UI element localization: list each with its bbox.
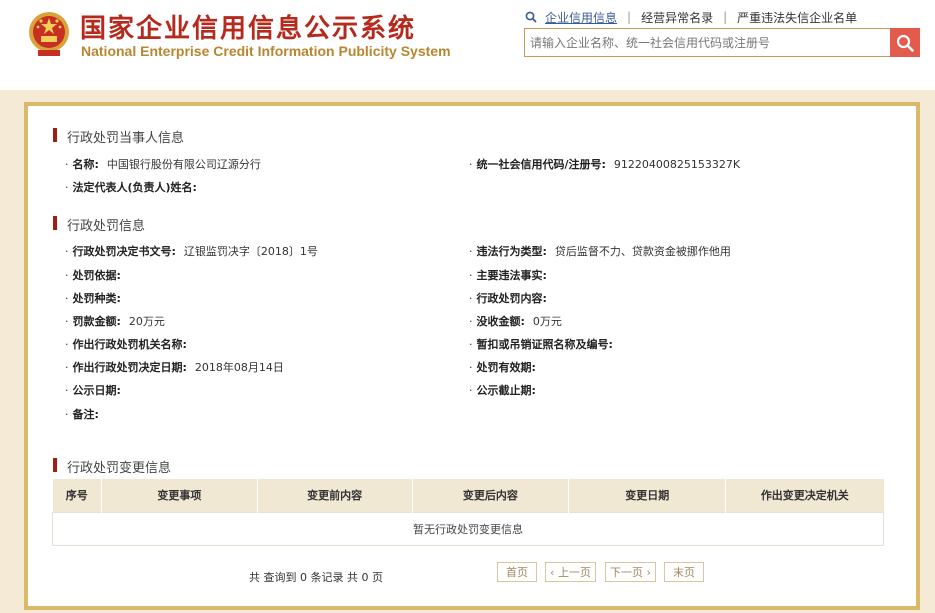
table-row: 暂无行政处罚变更信息 xyxy=(52,511,884,546)
field-decision-date: · 作出行政处罚决定日期: 2018年08月14日 xyxy=(65,361,284,374)
col-header-date: 变更日期 xyxy=(568,479,727,512)
nav-enterprise-credit[interactable]: 企业信用信息 xyxy=(545,9,617,26)
field-violation-type: · 违法行为类型: 贷后监督不力、贷款资金被挪作他用 xyxy=(469,245,731,258)
field-publish-end: · 公示截止期: xyxy=(469,384,536,397)
field-fine-amount: · 罚款金额: 20万元 xyxy=(65,315,165,328)
col-header-item: 变更事项 xyxy=(101,479,258,512)
search-input[interactable] xyxy=(525,29,885,56)
search-box xyxy=(524,28,920,57)
detail-panel: 行政处罚当事人信息 · 名称: 中国银行股份有限公司辽源分行 · 统一社会信用代码/注… xyxy=(24,102,920,610)
col-header-authority: 作出变更决定机关 xyxy=(725,479,884,512)
field-confiscation-amount: · 没收金额: 0万元 xyxy=(469,315,562,328)
field-decision-doc-no: · 行政处罚决定书文号: 辽银监罚决字〔2018〕1号 xyxy=(65,245,318,258)
field-basis: · 处罚依据: xyxy=(65,269,121,282)
magnifier-icon xyxy=(525,11,537,23)
section-title-party: 行政处罚当事人信息 xyxy=(53,127,184,146)
site-title: 国家企业信用信息公示系统 xyxy=(80,14,417,44)
nav-separator: | xyxy=(723,10,728,24)
field-penalty-kind: · 处罚种类: xyxy=(65,292,121,305)
pager-first-button[interactable]: 首页 xyxy=(497,562,537,582)
section-marker xyxy=(53,128,57,142)
site-subtitle: National Enterprise Credit Information P… xyxy=(81,43,451,59)
field-publish-date: · 公示日期: xyxy=(65,384,121,397)
section-marker xyxy=(53,458,57,472)
national-emblem-icon xyxy=(29,12,69,56)
pager-last-button[interactable]: 末页 xyxy=(664,562,704,582)
pager-next-button[interactable]: 下一页 › xyxy=(605,562,656,582)
section-title-changes: 行政处罚变更信息 xyxy=(53,457,171,476)
field-main-facts: · 主要违法事实: xyxy=(469,269,547,282)
section-marker xyxy=(53,216,57,230)
site-header: 国家企业信用信息公示系统 National Enterprise Credit … xyxy=(0,0,935,90)
pager-summary: 共 查询到 0 条记录 共 0 页 xyxy=(249,571,383,584)
nav-serious-violation-list[interactable]: 严重违法失信企业名单 xyxy=(737,9,857,26)
field-legal-rep: · 法定代表人(负责人)姓名: xyxy=(65,181,197,194)
field-penalty-content: · 行政处罚内容: xyxy=(469,292,547,305)
field-authority: · 作出行政处罚机关名称: xyxy=(65,338,187,351)
search-icon xyxy=(896,34,914,52)
empty-message: 暂无行政处罚变更信息 xyxy=(52,511,884,546)
search-button[interactable] xyxy=(890,28,920,57)
field-credit-code: · 统一社会信用代码/注册号: 91220400825153327K xyxy=(469,158,741,171)
nav-separator: | xyxy=(627,10,632,24)
section-title-penalty: 行政处罚信息 xyxy=(53,215,145,234)
top-nav: 企业信用信息 | 经营异常名录 | 严重违法失信企业名单 xyxy=(525,9,857,25)
field-validity: · 处罚有效期: xyxy=(469,361,536,374)
field-name: · 名称: 中国银行股份有限公司辽源分行 xyxy=(65,158,261,171)
field-remark: · 备注: xyxy=(65,408,99,421)
field-license: · 暂扣或吊销证照名称及编号: xyxy=(469,338,613,351)
table-header-row: 序号 变更事项 变更前内容 变更后内容 变更日期 作出变更决定机关 xyxy=(52,479,884,512)
col-header-after: 变更后内容 xyxy=(412,479,570,512)
col-header-before: 变更前内容 xyxy=(257,479,413,512)
changes-table: 序号 变更事项 变更前内容 变更后内容 变更日期 作出变更决定机关 暂无行政处罚… xyxy=(52,479,884,546)
col-header-index: 序号 xyxy=(52,479,102,512)
nav-abnormal-list[interactable]: 经营异常名录 xyxy=(641,9,713,26)
pager-prev-button[interactable]: ‹ 上一页 xyxy=(545,562,596,582)
